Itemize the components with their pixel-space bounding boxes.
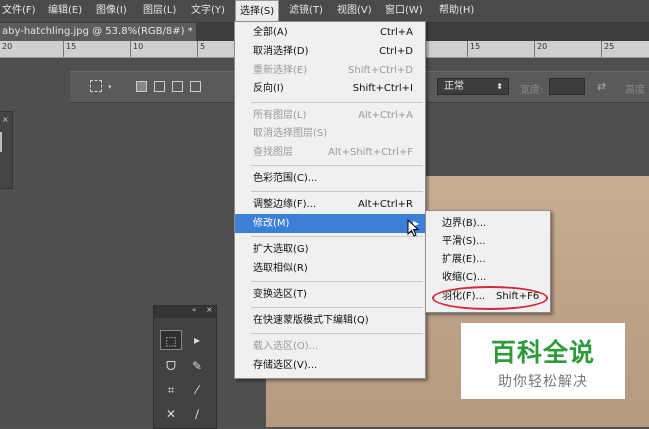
- panel-grip[interactable]: [0, 132, 2, 152]
- crop-icon[interactable]: ⌗: [160, 380, 182, 400]
- width-input[interactable]: [549, 78, 585, 95]
- menu-item-all[interactable]: 全部(A) Ctrl+A: [235, 23, 425, 42]
- quick-select-icon[interactable]: ✎: [186, 356, 208, 376]
- select-menu-dropdown: 全部(A) Ctrl+A 取消选择(D) Ctrl+D 重新选择(E) Shift+C…: [234, 21, 426, 379]
- document-tab-title: aby-hatchling.jpg @ 53.8%(RGB/8#) *: [2, 26, 193, 37]
- menu-item-all-layers[interactable]: 所有图层(L) Alt+Ctrl+A: [235, 106, 425, 125]
- highlight-annotation: [432, 286, 548, 310]
- width-label: 宽度:: [520, 85, 544, 96]
- submenu-item-border[interactable]: 边界(B)...: [426, 214, 550, 233]
- close-icon[interactable]: ×: [2, 115, 9, 124]
- close-icon[interactable]: ×: [206, 305, 213, 314]
- menu-edit[interactable]: 编辑(E): [48, 0, 82, 22]
- submenu-item-contract[interactable]: 收缩(C)...: [426, 268, 550, 287]
- new-selection-icon[interactable]: [136, 81, 147, 92]
- swap-icon[interactable]: ⇄: [597, 80, 606, 93]
- collapsed-panel[interactable]: ×: [0, 111, 13, 189]
- tools-panel-header[interactable]: « ×: [154, 305, 216, 318]
- menu-separator: [251, 102, 423, 103]
- menu-item-save-selection[interactable]: 存储选区(V)...: [235, 356, 425, 375]
- menu-separator: [251, 307, 423, 308]
- healing-icon[interactable]: ✕: [160, 404, 182, 424]
- ruler-tick-label: 15: [470, 42, 481, 51]
- menu-item-quick-mask[interactable]: 在快速蒙版模式下编辑(Q): [235, 311, 425, 330]
- menu-filter[interactable]: 滤镜(T): [289, 0, 323, 22]
- ruler-tick-label: 10: [133, 42, 144, 51]
- move-icon[interactable]: ▸: [186, 330, 208, 350]
- document-tab[interactable]: aby-hatchling.jpg @ 53.8%(RGB/8#) * ×: [0, 23, 196, 41]
- menu-layer[interactable]: 图层(L): [143, 0, 176, 22]
- menu-help[interactable]: 帮助(H): [439, 0, 474, 22]
- style-select-value: 正常: [444, 81, 464, 92]
- menu-item-reselect[interactable]: 重新选择(E) Shift+Ctrl+D: [235, 61, 425, 80]
- menu-bar: 文件(F) 编辑(E) 图像(I) 图层(L) 文字(Y) 选择(S) 滤镜(T…: [0, 0, 649, 23]
- menu-item-load-selection[interactable]: 载入选区(O)...: [235, 337, 425, 356]
- mouse-cursor-icon: [407, 219, 420, 237]
- menu-item-color-range[interactable]: 色彩范围(C)...: [235, 169, 425, 188]
- subtract-selection-icon[interactable]: [172, 81, 183, 92]
- menu-separator: [251, 236, 423, 237]
- menu-item-deselect[interactable]: 取消选择(D) Ctrl+D: [235, 42, 425, 61]
- collapse-icon[interactable]: «: [192, 306, 196, 314]
- submenu-item-smooth[interactable]: 平滑(S)...: [426, 232, 550, 251]
- ruler-tick-label: 20: [2, 42, 13, 51]
- menu-select[interactable]: 选择(S): [235, 0, 280, 22]
- menu-image[interactable]: 图像(I): [96, 0, 127, 22]
- ruler-tick-label: 25: [604, 42, 615, 51]
- brush-icon[interactable]: ∕: [186, 404, 208, 424]
- chevron-down-icon: ⬍: [496, 82, 503, 91]
- menu-file[interactable]: 文件(F): [2, 0, 36, 22]
- submenu-item-expand[interactable]: 扩展(E)...: [426, 250, 550, 269]
- menu-item-grow[interactable]: 扩大选取(G): [235, 240, 425, 259]
- intersect-selection-icon[interactable]: [190, 81, 201, 92]
- menu-item-similar[interactable]: 选取相似(R): [235, 259, 425, 278]
- marquee-icon[interactable]: ⬚: [160, 330, 182, 350]
- eyedropper-icon[interactable]: ⁄: [186, 380, 208, 400]
- tools-panel: « × ⬚ ▸ ᗜ ✎ ⌗ ⁄ ✕ ∕: [153, 305, 217, 429]
- menu-item-modify[interactable]: 修改(M) ▶: [235, 214, 425, 233]
- menu-window[interactable]: 窗口(W): [385, 0, 423, 22]
- menu-separator: [251, 191, 423, 192]
- ruler-tick-label: 15: [66, 42, 77, 51]
- menu-view[interactable]: 视图(V): [337, 0, 372, 22]
- menu-separator: [251, 333, 423, 334]
- menu-item-inverse[interactable]: 反向(I) Shift+Ctrl+I: [235, 79, 425, 98]
- lasso-icon[interactable]: ᗜ: [160, 356, 182, 376]
- ruler-tick-label: 20: [537, 42, 548, 51]
- marquee-preset-icon[interactable]: [90, 80, 102, 92]
- menu-item-find-layers[interactable]: 查找图层 Alt+Shift+Ctrl+F: [235, 143, 425, 162]
- menu-item-refine-edge[interactable]: 调整边缘(F)... Alt+Ctrl+R: [235, 195, 425, 214]
- menu-separator: [251, 281, 423, 282]
- menu-type[interactable]: 文字(Y): [191, 0, 225, 22]
- watermark-logo: 百科全说 助你轻松解决: [461, 323, 625, 399]
- chevron-down-icon[interactable]: ▾: [108, 83, 112, 91]
- watermark-title: 百科全说: [490, 338, 595, 367]
- watermark-subtitle: 助你轻松解决: [498, 374, 588, 390]
- style-select[interactable]: 正常 ⬍: [437, 78, 509, 95]
- ruler-tick-label: 5: [200, 42, 206, 51]
- height-label: 高度: [625, 85, 645, 96]
- menu-item-deselect-layers[interactable]: 取消选择图层(S): [235, 124, 425, 143]
- menu-separator: [251, 165, 423, 166]
- menu-item-transform-selection[interactable]: 变换选区(T): [235, 285, 425, 304]
- add-selection-icon[interactable]: [154, 81, 165, 92]
